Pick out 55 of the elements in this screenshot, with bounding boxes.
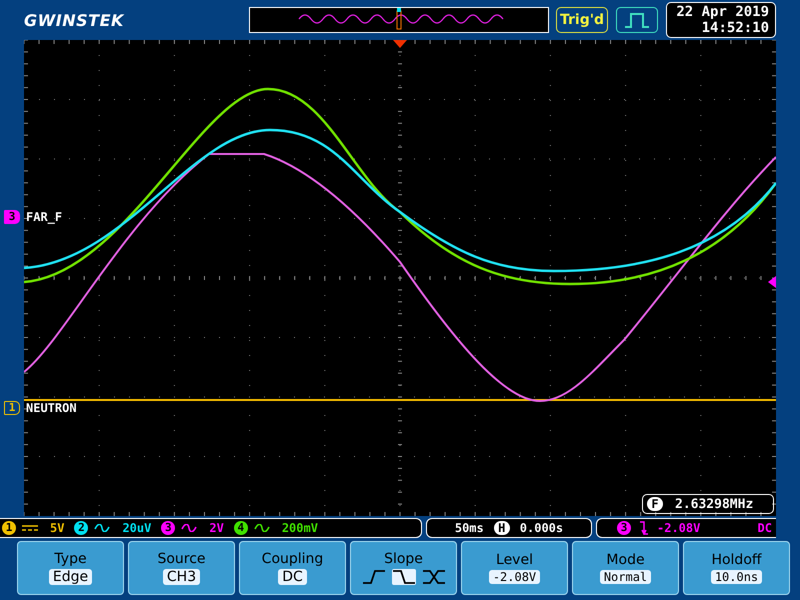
trigger-level-icon bbox=[768, 276, 776, 288]
rising-slope-icon[interactable] bbox=[362, 569, 386, 585]
softkey-title: Source bbox=[157, 551, 206, 567]
horizontal-icon: H bbox=[494, 521, 510, 535]
time-text: 14:52:10 bbox=[702, 20, 770, 36]
dc-coupling-icon bbox=[22, 524, 38, 532]
timebase-scale: 50ms bbox=[454, 521, 484, 535]
ac-coupling-icon bbox=[254, 524, 270, 532]
trigger-status: Trig'd bbox=[556, 7, 608, 33]
channel-marker: 1 bbox=[4, 401, 20, 415]
channel-scale: 5V bbox=[50, 521, 64, 535]
frequency-icon: F bbox=[647, 497, 663, 511]
softkey-title: Slope bbox=[384, 551, 423, 567]
frequency-value: 2.63298MHz bbox=[675, 496, 754, 512]
softkey-title: Mode bbox=[606, 552, 645, 568]
trigger-source-number: 3 bbox=[617, 521, 631, 535]
brand-logo: GWINSTEK bbox=[24, 10, 126, 30]
softkey-value: Normal bbox=[600, 570, 652, 584]
softkey-value: 10.0ns bbox=[710, 570, 762, 584]
menu-softkey[interactable]: Mode Normal bbox=[572, 541, 679, 595]
menu-softkey[interactable]: Holdoff 10.0ns bbox=[683, 541, 790, 595]
ac-coupling-icon bbox=[181, 524, 198, 532]
trigger-coupling: DC bbox=[758, 521, 772, 535]
softkey-title: Coupling bbox=[262, 551, 324, 567]
pulse-icon bbox=[616, 7, 658, 33]
channel-number: 3 bbox=[161, 521, 176, 535]
channel-label: FAR_F bbox=[26, 210, 62, 224]
softkey-title: Holdoff bbox=[711, 552, 762, 568]
channel-marker: 3 bbox=[4, 210, 20, 224]
softkey-title: Type bbox=[54, 551, 87, 567]
menu-softkey[interactable]: Level -2.08V bbox=[461, 541, 568, 595]
horizontal-position: 0.000s bbox=[520, 521, 564, 535]
trigger-level: -2.08V bbox=[657, 521, 700, 535]
ac-coupling-icon bbox=[94, 524, 110, 532]
softkey-value: Edge bbox=[48, 569, 92, 585]
softkey-value: CH3 bbox=[162, 569, 200, 585]
menu-softkey[interactable]: Slope bbox=[350, 541, 457, 595]
trigger-position-icon bbox=[393, 40, 407, 48]
channel-number: 4 bbox=[234, 521, 248, 535]
falling-slope-icon[interactable] bbox=[392, 569, 416, 585]
menu-softkey[interactable]: Coupling DC bbox=[239, 541, 346, 595]
softkey-value: -2.08V bbox=[488, 570, 540, 584]
channel-label: NEUTRON bbox=[26, 401, 77, 415]
channel-scale: 2V bbox=[209, 521, 224, 535]
channel-number: 1 bbox=[2, 521, 16, 535]
channel-number: 2 bbox=[74, 521, 88, 535]
channel-scale: 200mV bbox=[282, 521, 318, 535]
either-slope-icon[interactable] bbox=[422, 569, 446, 585]
falling-edge-icon bbox=[639, 521, 649, 535]
softkey-value: DC bbox=[278, 569, 307, 585]
menu-softkey[interactable]: Type Edge bbox=[17, 541, 124, 595]
channel-scale: 20uV bbox=[122, 521, 152, 535]
date-text: 22 Apr 2019 bbox=[676, 4, 770, 20]
menu-softkey[interactable]: Source CH3 bbox=[128, 541, 235, 595]
softkey-title: Level bbox=[496, 552, 533, 568]
